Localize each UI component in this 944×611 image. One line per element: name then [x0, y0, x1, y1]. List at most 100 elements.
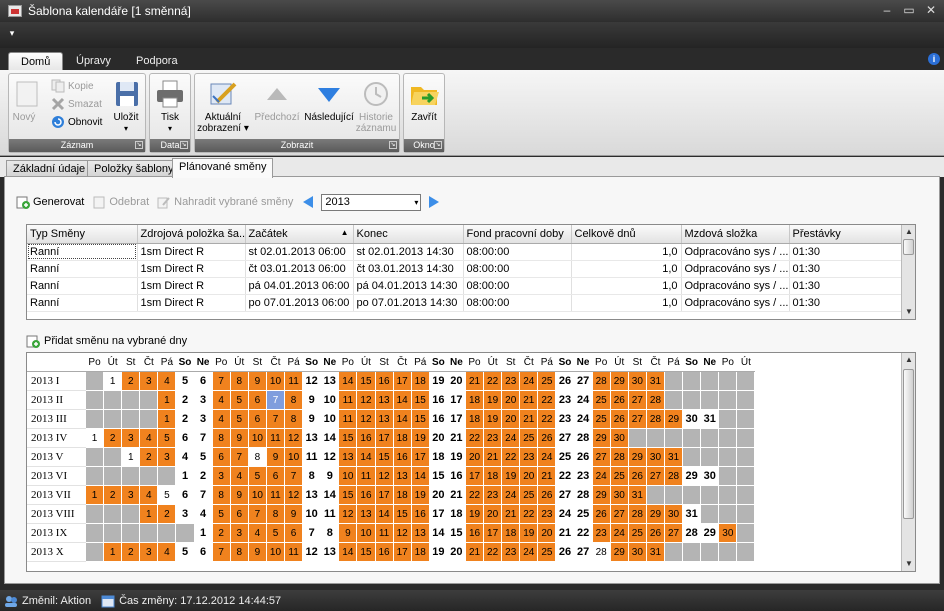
calendar-day-cell[interactable]: 18 [410, 371, 430, 391]
calendar-day-cell[interactable]: 3 [139, 542, 159, 562]
calendar-day-cell[interactable]: 29 [627, 447, 647, 467]
calendar-day-cell[interactable]: 4 [229, 466, 249, 486]
calendar-empty-cell[interactable] [139, 466, 159, 486]
calendar-day-cell[interactable]: 4 [175, 447, 195, 467]
calendar-day-cell[interactable]: 30 [718, 523, 738, 543]
calendar-empty-cell[interactable] [682, 447, 702, 467]
calendar-day-cell[interactable]: 3 [175, 504, 195, 524]
calendar-day-cell[interactable]: 3 [139, 371, 159, 391]
calendar-empty-cell[interactable] [121, 523, 141, 543]
calendar-empty-cell[interactable] [121, 390, 141, 410]
table-cell[interactable]: 1,0 [571, 277, 682, 295]
ribbon-tab-domu[interactable]: Domů [8, 52, 64, 70]
previous-year-arrow-icon[interactable] [303, 196, 314, 208]
table-cell[interactable]: Ranní [27, 260, 138, 278]
calendar-day-cell[interactable]: 29 [609, 371, 629, 391]
calendar-day-cell[interactable]: 20 [501, 409, 521, 429]
calendar-day-cell[interactable]: 1 [175, 466, 195, 486]
calendar-day-cell[interactable]: 13 [410, 523, 430, 543]
calendar-day-cell[interactable]: 20 [428, 485, 448, 505]
calendar-day-cell[interactable]: 11 [265, 428, 286, 448]
calendar-day-cell[interactable]: 19 [519, 523, 539, 543]
calendar-day-cell[interactable]: 18 [483, 466, 503, 486]
maximize-button[interactable]: ▭ [902, 3, 916, 17]
calendar-day-cell[interactable]: 12 [284, 428, 304, 448]
table-cell[interactable]: st 02.01.2013 06:00 [245, 243, 354, 261]
calendar-day-cell[interactable]: 9 [284, 504, 304, 524]
grid-column-header[interactable]: Celkově dnů [571, 225, 682, 244]
calendar-day-cell[interactable]: 3 [121, 428, 141, 448]
calendar-day-cell[interactable]: 18 [464, 390, 485, 410]
calendar-day-cell[interactable]: 14 [338, 542, 358, 562]
table-cell[interactable]: Odpracováno sys / ... [681, 277, 790, 295]
calendar-day-cell[interactable]: 18 [428, 447, 448, 467]
scroll-down-icon[interactable]: ▼ [902, 557, 915, 571]
calendar-day-cell[interactable]: 16 [410, 504, 430, 524]
calendar-empty-cell[interactable] [736, 371, 756, 391]
ribbon-tab-podpora[interactable]: Podpora [124, 52, 190, 70]
calendar-day-cell[interactable]: 10 [265, 542, 286, 562]
calendar-day-cell[interactable]: 27 [663, 523, 684, 543]
calendar-day-cell[interactable]: 10 [284, 447, 304, 467]
calendar-day-cell[interactable]: 5 [229, 390, 249, 410]
calendar-day-cell[interactable]: 12 [320, 447, 340, 467]
calendar-day-cell[interactable]: 6 [265, 466, 286, 486]
calendar-day-cell[interactable]: 20 [446, 371, 466, 391]
calendar-day-cell[interactable]: 18 [392, 428, 412, 448]
calendar-day-cell[interactable]: 14 [320, 428, 340, 448]
calendar-day-cell[interactable]: 30 [609, 485, 629, 505]
calendar-empty-cell[interactable] [718, 371, 738, 391]
calendar-day-cell[interactable]: 22 [464, 428, 485, 448]
scroll-up-icon[interactable]: ▲ [902, 353, 915, 367]
calendar-empty-cell[interactable] [103, 390, 123, 410]
calendar-day-cell[interactable]: 12 [338, 504, 358, 524]
generovat-button[interactable]: Generovat [14, 192, 86, 212]
minimize-button[interactable]: – [880, 3, 894, 17]
calendar-empty-cell[interactable] [84, 447, 105, 467]
calendar-day-cell[interactable]: 11 [356, 466, 376, 486]
calendar-day-cell[interactable]: 28 [682, 523, 702, 543]
calendar-day-cell[interactable]: 3 [193, 390, 213, 410]
calendar-day-cell[interactable]: 22 [537, 390, 557, 410]
calendar-day-cell[interactable]: 30 [609, 428, 629, 448]
calendar-empty-cell[interactable] [663, 428, 684, 448]
calendar-day-cell[interactable]: 21 [464, 371, 485, 391]
calendar-empty-cell[interactable] [700, 542, 720, 562]
calendar-day-cell[interactable]: 21 [464, 542, 485, 562]
grid-column-header[interactable]: Typ Směny [27, 225, 138, 244]
grid-column-header[interactable]: Konec [353, 225, 464, 244]
calendar-day-cell[interactable]: 11 [338, 409, 358, 429]
table-cell[interactable]: 08:00:00 [463, 294, 572, 312]
calendar-day-cell[interactable]: 28 [591, 371, 611, 391]
calendar-day-cell[interactable]: 17 [464, 466, 485, 486]
calendar-day-cell[interactable]: 15 [392, 504, 412, 524]
calendar-day-cell[interactable]: 24 [501, 485, 521, 505]
calendar-empty-cell[interactable] [175, 523, 195, 543]
calendar-day-cell[interactable]: 12 [374, 466, 394, 486]
info-icon[interactable]: i [928, 53, 940, 65]
calendar-empty-cell[interactable] [682, 542, 702, 562]
calendar-day-cell[interactable]: 10 [356, 523, 376, 543]
calendar-day-cell[interactable]: 2 [193, 466, 213, 486]
calendar-empty-cell[interactable] [121, 504, 141, 524]
calendar-day-cell[interactable]: 9 [247, 542, 267, 562]
aktualni-zobrazeni-button[interactable]: Aktuální zobrazení ▾ [197, 78, 249, 134]
calendar-day-cell[interactable]: 11 [302, 447, 322, 467]
calendar-day-cell[interactable]: 5 [157, 485, 177, 505]
calendar-day-cell[interactable]: 26 [609, 390, 629, 410]
calendar-day-cell[interactable]: 21 [555, 523, 575, 543]
calendar-day-cell[interactable]: 6 [193, 542, 213, 562]
calendar-day-cell[interactable]: 13 [338, 447, 358, 467]
calendar-day-cell[interactable]: 15 [356, 371, 376, 391]
calendar-day-cell[interactable]: 14 [392, 409, 412, 429]
calendar-day-cell[interactable]: 17 [374, 485, 394, 505]
calendar-day-cell[interactable]: 1 [139, 504, 159, 524]
table-cell[interactable]: Ranní [27, 277, 138, 295]
calendar-day-cell[interactable]: 22 [519, 504, 539, 524]
calendar-day-cell[interactable]: 16 [356, 428, 376, 448]
calendar-empty-cell[interactable] [84, 504, 105, 524]
calendar-empty-cell[interactable] [736, 409, 756, 429]
group-launcher-icon[interactable]: ↘ [434, 141, 442, 149]
calendar-empty-cell[interactable] [718, 504, 738, 524]
calendar-day-cell[interactable]: 26 [537, 485, 557, 505]
